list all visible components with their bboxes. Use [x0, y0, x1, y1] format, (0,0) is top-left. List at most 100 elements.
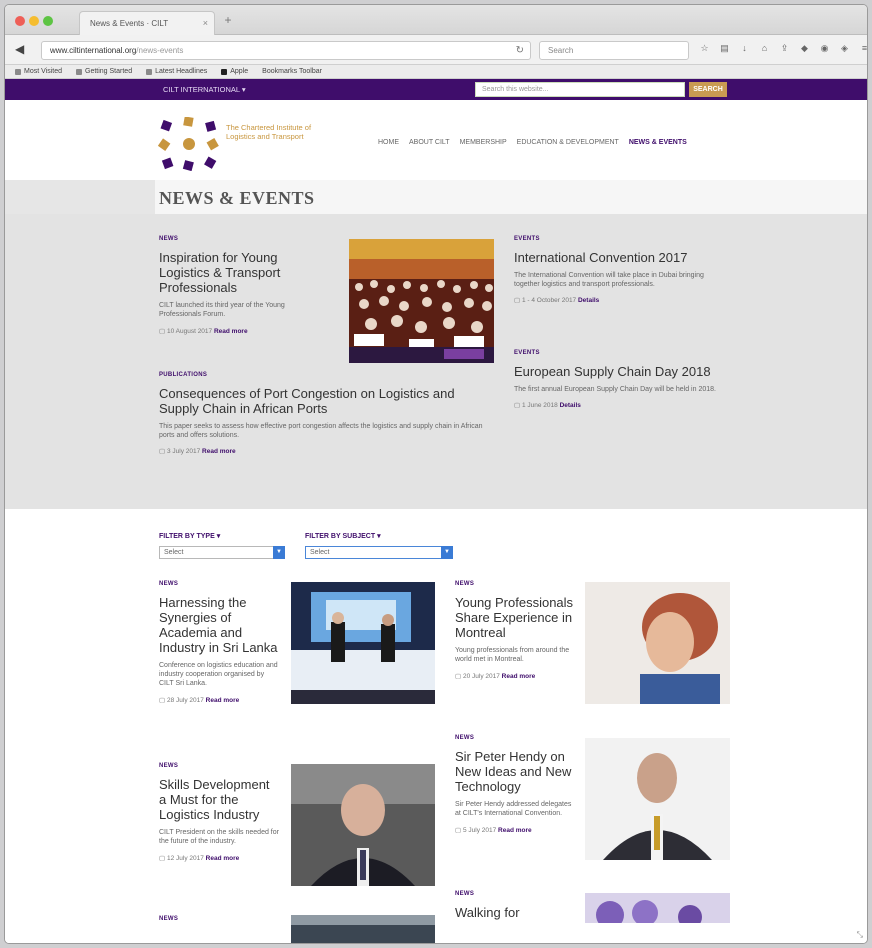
bookmark-item[interactable]: Getting Started — [76, 67, 132, 76]
read-more-link[interactable]: Read more — [202, 448, 236, 455]
minimize-window-button[interactable] — [29, 16, 39, 26]
logo-text[interactable]: The Chartered Institute of Logistics and… — [226, 123, 336, 141]
nav-item-home[interactable]: HOME — [378, 139, 399, 146]
browser-window: News & Events · CILT × + ◀ www.ciltinter… — [4, 4, 868, 944]
cilt-logo-icon[interactable] — [158, 117, 220, 171]
article-excerpt: The International Convention will take p… — [514, 272, 704, 288]
tab-bar: News & Events · CILT × + — [5, 5, 867, 35]
article-title[interactable]: Walking for — [455, 905, 577, 920]
article-meta: ▢ 12 July 2017 Read more — [159, 854, 279, 862]
article-title[interactable]: Young Professionals Share Experience in … — [455, 595, 577, 640]
article-date: 12 July 2017 — [166, 855, 204, 862]
article-title[interactable]: Inspiration for Young Logistics & Transp… — [159, 250, 309, 295]
reload-icon[interactable]: ↻ — [516, 45, 524, 56]
article-category: EVENTS — [514, 350, 540, 356]
zoom-window-button[interactable] — [43, 16, 53, 26]
share-icon[interactable]: ⇪ — [779, 43, 790, 54]
article-excerpt: The first annual European Supply Chain D… — [514, 386, 716, 393]
featured-side-article[interactable]: EVENTS European Supply Chain Day 2018 Th… — [514, 350, 729, 409]
site-search-input[interactable]: Search this website... — [475, 82, 685, 97]
details-link[interactable]: Details — [560, 402, 581, 409]
nav-item-about[interactable]: ABOUT CILT — [409, 139, 450, 146]
reading-list-icon[interactable]: ▤ — [719, 43, 730, 54]
article-card[interactable]: NEWS Harnessing the Synergies of Academi… — [159, 581, 279, 704]
article-title[interactable]: Consequences of Port Congestion on Logis… — [159, 386, 489, 416]
article-card[interactable]: NEWS Walking for — [455, 891, 577, 920]
speaker-portrait-photo[interactable] — [291, 764, 435, 886]
filter-subject-label[interactable]: FILTER BY SUBJECT ▾ — [305, 532, 381, 540]
article-title[interactable]: Harnessing the Synergies of Academia and… — [159, 595, 279, 655]
new-tab-button[interactable]: + — [219, 13, 237, 29]
article-title[interactable]: European Supply Chain Day 2018 — [514, 364, 729, 379]
home-icon[interactable]: ⌂ — [759, 43, 770, 54]
site-search-button[interactable]: SEARCH — [689, 82, 727, 97]
calendar-icon: ▢ — [159, 328, 166, 335]
conference-stage-photo[interactable] — [291, 582, 435, 704]
article-excerpt: CILT President on the skills needed for … — [159, 829, 279, 845]
site-top-bar: CILT INTERNATIONAL ▾ Search this website… — [5, 79, 867, 100]
nav-item-news-events[interactable]: NEWS & EVENTS — [629, 139, 687, 146]
read-more-link[interactable]: Read more — [502, 673, 536, 680]
article-category: NEWS — [159, 763, 179, 769]
article-thumbnail-photo[interactable] — [291, 915, 435, 943]
bookmark-item[interactable]: Most Visited — [15, 67, 62, 76]
article-card[interactable]: NEWS Young Professionals Share Experienc… — [455, 581, 577, 680]
toolbar-icons: ☆ ▤ ↓ ⌂ ⇪ ◆ ◉ ◈ ≡ — [699, 43, 867, 54]
article-card[interactable]: NEWS — [159, 916, 279, 922]
article-excerpt: This paper seeks to assess how effective… — [159, 423, 483, 439]
bookmark-item[interactable]: Apple — [221, 67, 248, 76]
read-more-link[interactable]: Read more — [214, 328, 248, 335]
nav-item-education[interactable]: EDUCATION & DEVELOPMENT — [517, 139, 619, 146]
bookmark-star-icon[interactable]: ☆ — [699, 43, 710, 54]
close-window-button[interactable] — [15, 16, 25, 26]
filter-type-select[interactable]: Select ▼ — [159, 546, 285, 559]
calendar-icon: ▢ — [159, 855, 166, 862]
chevron-down-icon: ▼ — [273, 546, 285, 559]
main-navigation: HOME ABOUT CILT MEMBERSHIP EDUCATION & D… — [378, 139, 687, 146]
bookmark-item[interactable]: Latest Headlines — [146, 67, 207, 76]
read-more-link[interactable]: Read more — [498, 827, 532, 834]
article-card[interactable]: NEWS Sir Peter Hendy on New Ideas and Ne… — [455, 735, 577, 834]
download-icon[interactable]: ↓ — [739, 43, 750, 54]
read-more-link[interactable]: Read more — [206, 855, 240, 862]
article-category: NEWS — [159, 236, 179, 242]
article-meta: ▢ 28 July 2017 Read more — [159, 696, 279, 704]
sync-icon[interactable]: ◉ — [819, 43, 830, 54]
featured-main-article[interactable]: NEWS Inspiration for Young Logistics & T… — [159, 236, 309, 335]
article-date: 28 July 2017 — [166, 697, 204, 704]
featured-wide-article[interactable]: PUBLICATIONS Consequences of Port Conges… — [159, 372, 489, 455]
conference-audience-photo[interactable] — [349, 239, 494, 363]
address-bar[interactable]: www.ciltinternational.org/news-events ↻ — [41, 41, 531, 60]
article-title[interactable]: International Convention 2017 — [514, 250, 729, 265]
bookmark-folder-icon — [76, 68, 82, 75]
shield-icon[interactable]: ◈ — [839, 43, 850, 54]
article-category: EVENTS — [514, 236, 540, 242]
filter-type-value: Select — [164, 549, 184, 556]
article-title[interactable]: Skills Development a Must for the Logist… — [159, 777, 279, 822]
back-arrow-icon[interactable]: ◀ — [15, 42, 24, 56]
featured-section: NEWS Inspiration for Young Logistics & T… — [5, 214, 867, 509]
article-card[interactable]: NEWS Skills Development a Must for the L… — [159, 763, 279, 862]
article-thumbnail-photo[interactable] — [585, 893, 730, 923]
article-title[interactable]: Sir Peter Hendy on New Ideas and New Tec… — [455, 749, 577, 794]
extension-icon[interactable]: ◆ — [799, 43, 810, 54]
page-content: The Chartered Institute of Logistics and… — [5, 101, 867, 943]
nav-item-membership[interactable]: MEMBERSHIP — [460, 139, 507, 146]
resize-grip-icon[interactable]: ⤡ — [857, 930, 863, 940]
filter-subject-select[interactable]: Select ▼ — [305, 546, 453, 559]
featured-side-article[interactable]: EVENTS International Convention 2017 The… — [514, 236, 729, 304]
site-region-selector[interactable]: CILT INTERNATIONAL ▾ — [163, 85, 246, 94]
article-category: NEWS — [455, 891, 475, 897]
details-link[interactable]: Details — [578, 297, 599, 304]
menu-icon[interactable]: ≡ — [859, 43, 867, 54]
read-more-link[interactable]: Read more — [206, 697, 240, 704]
article-date: 1 - 4 October 2017 — [521, 297, 577, 304]
tab-news-events[interactable]: News & Events · CILT × — [79, 11, 215, 35]
young-professional-photo[interactable] — [585, 582, 730, 704]
browser-search-input[interactable]: Search — [539, 41, 689, 60]
chevron-down-icon: ▼ — [441, 546, 453, 559]
tab-close-icon[interactable]: × — [203, 18, 208, 28]
bookmark-item[interactable]: Bookmarks Toolbar — [262, 67, 322, 76]
sir-peter-hendy-photo[interactable] — [585, 738, 730, 860]
filter-type-label[interactable]: FILTER BY TYPE ▾ — [159, 532, 220, 540]
